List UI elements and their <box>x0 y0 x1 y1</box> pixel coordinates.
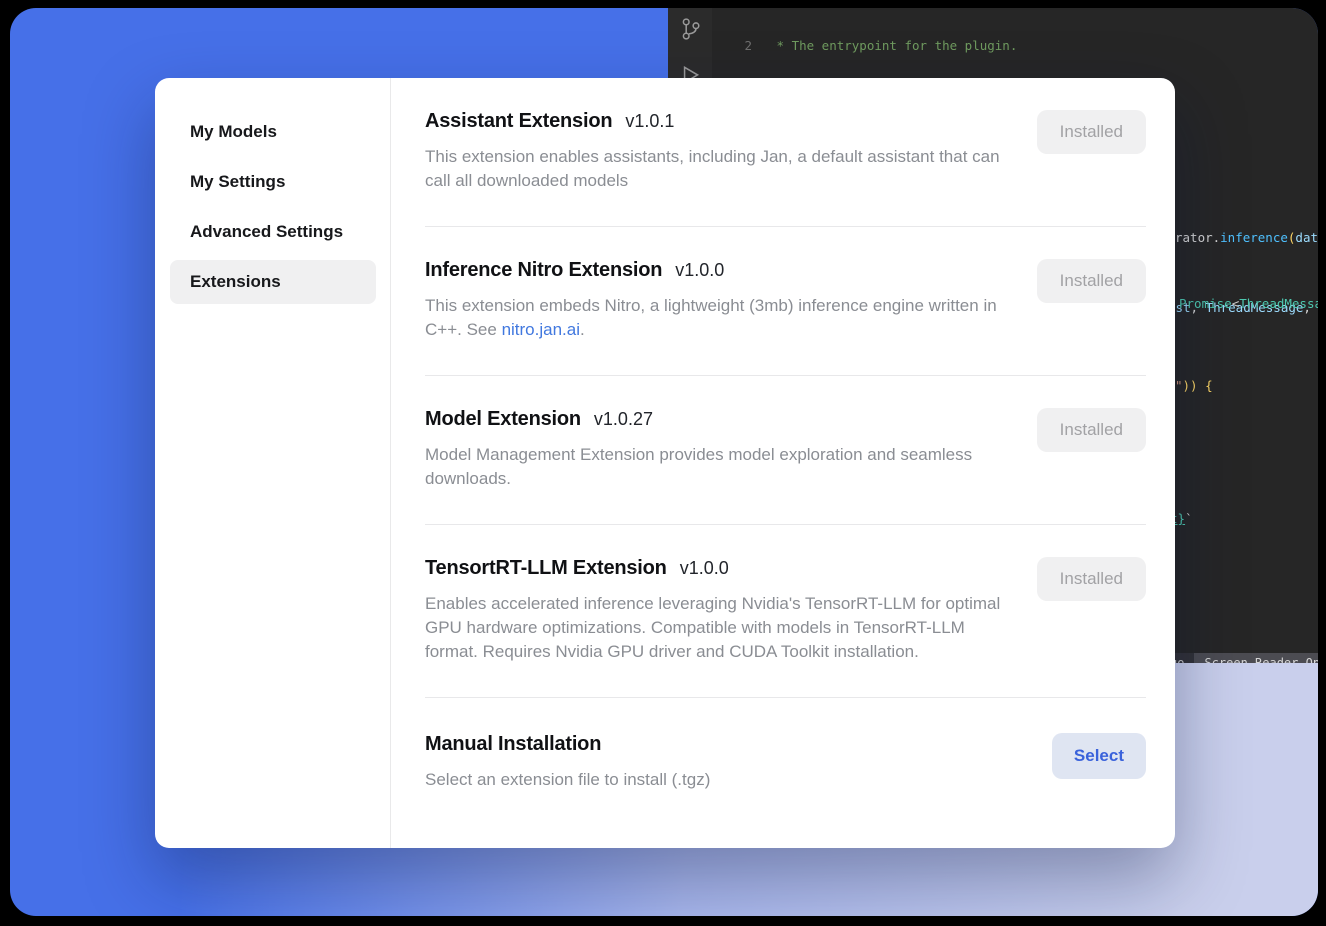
extensions-list: Assistant Extension v1.0.1 This extensio… <box>391 78 1175 848</box>
sidebar-item-extensions[interactable]: Extensions <box>170 260 376 304</box>
extension-row: TensortRT-LLM Extension v1.0.0 Enables a… <box>425 525 1146 698</box>
extension-name: Manual Installation <box>425 733 601 756</box>
extension-row: Manual Installation Select an extension … <box>425 698 1146 825</box>
select-button[interactable]: Select <box>1052 733 1146 779</box>
app-window: 2 * The entrypoint for the plugin. 3 */ … <box>10 8 1318 916</box>
sidebar-item-advanced-settings[interactable]: Advanced Settings <box>170 210 376 254</box>
extension-description: Select an extension file to install (.tg… <box>425 768 710 792</box>
extension-name: Inference Nitro Extension <box>425 259 662 282</box>
extension-description: This extension enables assistants, inclu… <box>425 145 1003 193</box>
sidebar-item-my-settings[interactable]: My Settings <box>170 160 376 204</box>
settings-modal: My Models My Settings Advanced Settings … <box>155 78 1175 848</box>
extension-name: Assistant Extension <box>425 110 612 133</box>
installed-button[interactable]: Installed <box>1037 110 1146 154</box>
extension-version: v1.0.0 <box>675 260 724 281</box>
extension-version: v1.0.1 <box>625 111 674 132</box>
installed-button[interactable]: Installed <box>1037 557 1146 601</box>
extension-description: Enables accelerated inference leveraging… <box>425 592 1003 664</box>
code-fragment: Promise<ThreadMessage> <box>1179 296 1318 311</box>
extension-name: TensortRT-LLM Extension <box>425 557 667 580</box>
extension-row: Assistant Extension v1.0.1 This extensio… <box>425 78 1146 227</box>
extension-link[interactable]: nitro.jan.ai <box>502 320 580 339</box>
extension-version: v1.0.27 <box>594 409 653 430</box>
extension-name: Model Extension <box>425 408 581 431</box>
code-line: 2 * The entrypoint for the plugin. <box>712 38 1318 54</box>
extension-description: Model Management Extension provides mode… <box>425 443 1003 491</box>
installed-button[interactable]: Installed <box>1037 408 1146 452</box>
code-fragment: ")) { <box>1175 378 1213 393</box>
source-control-icon[interactable] <box>677 16 703 45</box>
installed-button[interactable]: Installed <box>1037 259 1146 303</box>
extension-description: This extension embeds Nitro, a lightweig… <box>425 294 1003 342</box>
extension-row: Inference Nitro Extension v1.0.0 This ex… <box>425 227 1146 376</box>
line-number: 2 <box>712 38 752 54</box>
extension-row: Model Extension v1.0.27 Model Management… <box>425 376 1146 525</box>
code-fragment: rator.inference(data)); <box>1175 230 1318 245</box>
settings-sidebar: My Models My Settings Advanced Settings … <box>155 78 391 848</box>
sidebar-item-my-models[interactable]: My Models <box>170 110 376 154</box>
extension-version: v1.0.0 <box>680 558 729 579</box>
